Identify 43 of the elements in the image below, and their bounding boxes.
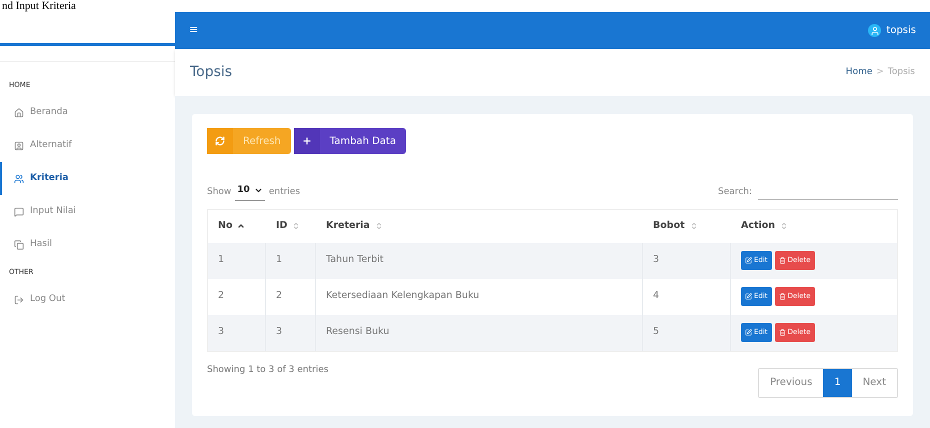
entries-select[interactable]: 10 xyxy=(235,184,265,200)
users-icon xyxy=(14,174,24,184)
table-cell: 3 xyxy=(266,314,316,350)
table-cell: 3 xyxy=(208,314,266,350)
entries-label: entries xyxy=(268,186,300,198)
sidebar-item[interactable]: Hasil xyxy=(0,228,175,261)
copy-icon xyxy=(14,240,24,250)
breadcrumb-link[interactable]: Topsis xyxy=(888,66,915,80)
breadcrumb-link[interactable]: Home xyxy=(846,66,872,80)
refresh-icon xyxy=(215,136,225,146)
id-card-icon xyxy=(14,140,24,150)
user-icon xyxy=(868,24,882,37)
sidebar-item[interactable]: Input Nilai xyxy=(0,195,175,228)
home-icon xyxy=(14,108,24,118)
search-label: Search: xyxy=(718,186,752,198)
edit-icon xyxy=(745,329,752,336)
trash-icon xyxy=(778,257,786,264)
sidebar-item[interactable]: Beranda xyxy=(0,96,175,129)
column-header[interactable]: Bobot xyxy=(643,210,731,242)
edit-icon xyxy=(745,293,752,300)
column-header[interactable]: Kreteria xyxy=(316,210,643,242)
menu-button[interactable]: ≡ xyxy=(189,22,198,39)
column-header[interactable]: Action xyxy=(731,210,897,242)
edit-icon xyxy=(745,257,752,264)
logout-icon xyxy=(14,294,24,304)
sidebar-item[interactable]: Alternatif xyxy=(0,129,175,162)
table-cell: Resensi Buku xyxy=(316,314,643,350)
message-icon xyxy=(14,206,24,216)
sidebar-item[interactable]: Log Out xyxy=(0,283,175,316)
show-label: Show xyxy=(207,186,232,198)
page-title: Topsis xyxy=(190,63,232,82)
trash-icon xyxy=(778,329,786,336)
page-button[interactable]: 1 xyxy=(823,368,852,396)
document-caption: nd Input Kriteria xyxy=(2,0,76,12)
column-header[interactable]: No xyxy=(208,210,266,242)
user-menu[interactable]: topsis xyxy=(868,23,916,38)
table-cell: 5 xyxy=(643,314,731,350)
breadcrumb-separator: > xyxy=(876,66,884,79)
table-info: Showing 1 to 3 of 3 entries xyxy=(207,364,328,376)
column-header[interactable]: ID xyxy=(266,210,316,242)
plus-icon xyxy=(302,136,312,146)
add-button[interactable]: Tambah Data xyxy=(294,128,406,154)
trash-icon xyxy=(778,293,786,300)
